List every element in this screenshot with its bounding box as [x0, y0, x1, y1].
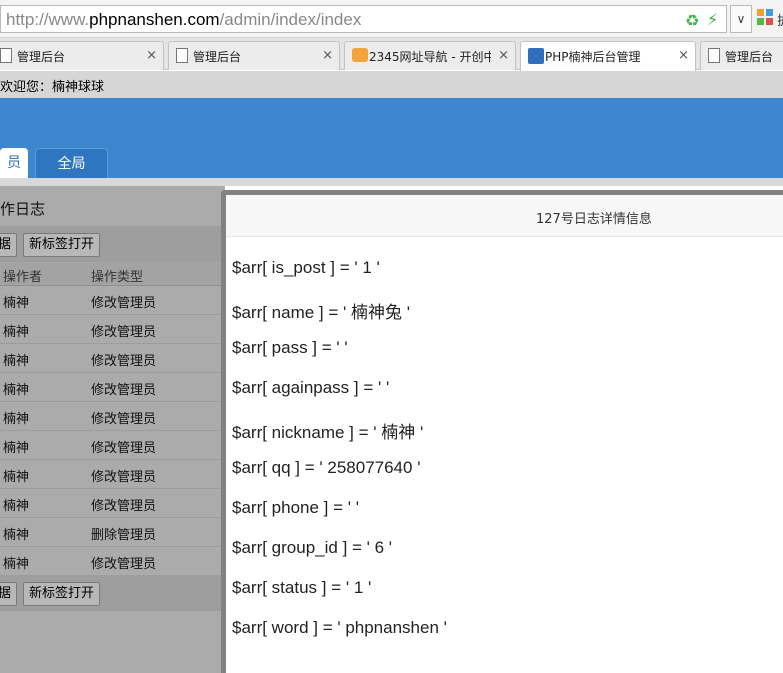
detail-field: $arr[ is_post ] = ' 1 ': [232, 258, 380, 277]
browser-tab-3[interactable]: 2345网址导航 - 开创中 ×: [344, 41, 516, 70]
operation-type-cell: 删除管理员: [91, 528, 157, 543]
operation-type-cell: 修改管理员: [91, 354, 157, 369]
url-text: http://www.phpnanshen.com/admin/index/in…: [6, 10, 362, 29]
table-row[interactable]: 楠神 修改管理员: [0, 286, 225, 315]
data-button[interactable]: 据: [0, 233, 18, 257]
table-row[interactable]: 楠神 修改管理员: [0, 547, 225, 576]
detail-field: $arr[ againpass ] = ' ': [232, 378, 390, 397]
operator-cell: 楠神: [3, 470, 30, 485]
section-title: 作日志: [0, 200, 46, 218]
table-row[interactable]: 楠神 修改管理员: [0, 344, 225, 373]
detail-field: $arr[ pass ] = ' ': [232, 338, 348, 357]
page-icon: [176, 48, 188, 63]
tab-label: 2345网址导航 - 开创中: [369, 50, 491, 64]
table-row[interactable]: 楠神 修改管理员: [0, 402, 225, 431]
welcome-bar: 欢迎您：楠神球球: [0, 71, 783, 98]
operation-type-cell: 修改管理员: [91, 557, 157, 572]
detail-field: $arr[ nickname ] = ' 楠神 ': [232, 423, 424, 442]
detail-field: $arr[ status ] = ' 1 ': [232, 578, 372, 597]
detail-field: $arr[ qq ] = ' 258077640 ': [232, 458, 421, 477]
page-icon: [708, 48, 720, 63]
browser-tab-1[interactable]: 管理后台 ×: [0, 41, 164, 70]
speed-mode-icon[interactable]: ⚡: [707, 10, 718, 29]
detail-field: $arr[ word ] = ' phpnanshen ': [232, 618, 447, 637]
modal-header: 127号日志详情信息: [226, 195, 783, 237]
operation-type-cell: 修改管理员: [91, 325, 157, 340]
operator-cell: 楠神: [3, 499, 30, 514]
banner-divider: [0, 178, 783, 186]
tab-label: PHP楠神后台管理: [545, 50, 641, 64]
log-detail-modal: 127号日志详情信息 $arr[ is_post ] = ' 1 ' $arr[ …: [221, 190, 783, 673]
table-row[interactable]: 楠神 修改管理员: [0, 489, 225, 518]
log-list-panel: 作日志 据 新标签打开 操作者 操作类型 楠神 修改管理员 楠神 修改管理员 楠神 修改管…: [0, 186, 225, 673]
open-new-tab-button[interactable]: 新标签打开: [23, 582, 101, 606]
address-bar-area: http://www.phpnanshen.com/admin/index/in…: [0, 0, 783, 38]
detail-field: $arr[ phone ] = ' ': [232, 498, 359, 517]
2345-logo-icon: [352, 48, 368, 62]
toolbar-top: 据 新标签打开: [0, 226, 225, 262]
url-input[interactable]: http://www.phpnanshen.com/admin/index/in…: [0, 5, 727, 33]
url-dropdown-button[interactable]: ∨: [730, 5, 752, 33]
data-button[interactable]: 据: [0, 582, 18, 606]
php-logo-icon: [528, 48, 544, 64]
table-row[interactable]: 楠神 修改管理员: [0, 315, 225, 344]
nav-tab-global[interactable]: 全局: [35, 148, 108, 178]
operation-type-cell: 修改管理员: [91, 470, 157, 485]
operation-type-cell: 修改管理员: [91, 383, 157, 398]
table-row[interactable]: 楠神 修改管理员: [0, 373, 225, 402]
header-operation-type: 操作类型: [91, 270, 144, 285]
operator-cell: 楠神: [3, 441, 30, 456]
operator-cell: 楠神: [3, 296, 30, 311]
operator-cell: 楠神: [3, 412, 30, 427]
operator-cell: 楠神: [3, 557, 30, 572]
table-row[interactable]: 楠神 修改管理员: [0, 460, 225, 489]
operation-type-cell: 修改管理员: [91, 296, 157, 311]
detail-field: $arr[ name ] = ' 楠神兔 ': [232, 303, 410, 322]
tab-label: 管理后台: [725, 50, 774, 64]
browser-tab-4-active[interactable]: PHP楠神后台管理 ×: [520, 41, 696, 71]
welcome-text: 欢迎您：楠神球球: [0, 80, 105, 95]
apps-grid-icon[interactable]: [757, 9, 775, 27]
browser-tab-5[interactable]: 管理后台: [700, 41, 783, 70]
apps-label[interactable]: 扩: [777, 10, 783, 29]
operator-cell: 楠神: [3, 383, 30, 398]
operator-cell: 楠神: [3, 528, 30, 543]
tab-label: 管理后台: [193, 50, 242, 64]
table-row[interactable]: 楠神 修改管理员: [0, 431, 225, 460]
page-icon: [0, 48, 12, 63]
browser-tab-2[interactable]: 管理后台 ×: [168, 41, 340, 70]
close-icon[interactable]: ×: [146, 48, 157, 63]
operation-type-cell: 修改管理员: [91, 499, 157, 514]
modal-title: 127号日志详情信息: [536, 212, 652, 227]
open-new-tab-button[interactable]: 新标签打开: [23, 233, 101, 257]
operator-cell: 楠神: [3, 354, 30, 369]
browser-window: http://www.phpnanshen.com/admin/index/in…: [0, 0, 783, 673]
tab-strip: 管理后台 × 管理后台 × 2345网址导航 - 开创中 × PHP楠神后台管理…: [0, 38, 783, 71]
nav-tab-admin[interactable]: 员: [0, 148, 28, 178]
close-icon[interactable]: ×: [678, 48, 689, 63]
close-icon[interactable]: ×: [322, 48, 333, 63]
refresh-icon[interactable]: ♻: [685, 11, 699, 30]
operation-type-cell: 修改管理员: [91, 441, 157, 456]
operation-type-cell: 修改管理员: [91, 412, 157, 427]
toolbar-bottom: 据 新标签打开: [0, 575, 225, 611]
header-banner: 员 全局: [0, 98, 783, 178]
table-header: 操作者 操作类型: [0, 262, 225, 286]
operator-cell: 楠神: [3, 325, 30, 340]
table-row[interactable]: 楠神 删除管理员: [0, 518, 225, 547]
header-operator: 操作者: [3, 270, 43, 285]
close-icon[interactable]: ×: [498, 48, 509, 63]
detail-field: $arr[ group_id ] = ' 6 ': [232, 538, 393, 557]
tab-label: 管理后台: [17, 50, 66, 64]
